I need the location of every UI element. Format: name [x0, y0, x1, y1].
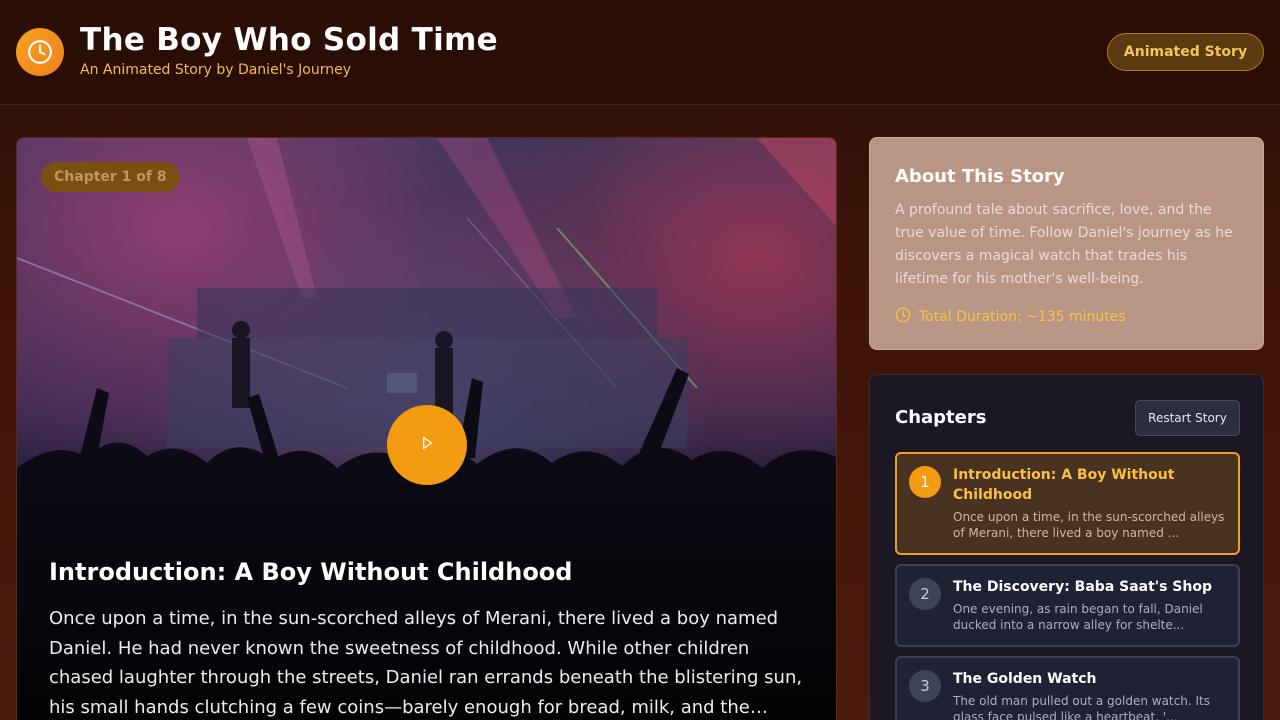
- page-title: The Boy Who Sold Time: [80, 22, 498, 58]
- chapters-panel: Chapters Restart Story 1 Introduction: A…: [869, 374, 1264, 720]
- chapters-title: Chapters: [895, 407, 987, 428]
- chapter-item-description: Once upon a time, in the sun-scorched al…: [953, 510, 1225, 540]
- story-player: Chapter 1 of 8 Introduction: A Boy Witho…: [16, 137, 837, 720]
- clock-icon: [895, 307, 911, 327]
- chapter-progress-badge: Chapter 1 of 8: [41, 162, 180, 192]
- app-header: The Boy Who Sold Time An Animated Story …: [0, 0, 1280, 105]
- play-icon: [419, 435, 435, 455]
- chapter-item-2[interactable]: 2 The Discovery: Baba Saat's Shop One ev…: [895, 564, 1240, 647]
- duration-text: Total Duration: ~135 minutes: [919, 309, 1126, 325]
- chapter-number: 2: [909, 578, 941, 610]
- clock-icon: [16, 28, 64, 76]
- chapter-item-title: The Golden Watch: [953, 671, 1097, 687]
- chapter-number: 3: [909, 670, 941, 702]
- about-title: About This Story: [895, 166, 1065, 187]
- about-card: About This Story A profound tale about s…: [869, 137, 1264, 350]
- chapter-text: Once upon a time, in the sun-scorched al…: [49, 608, 803, 718]
- chapter-item-3[interactable]: 3 The Golden Watch The old man pulled ou…: [895, 656, 1240, 720]
- chapter-title: Introduction: A Boy Without Childhood: [49, 558, 573, 586]
- app-root: The Boy Who Sold Time An Animated Story …: [0, 0, 1280, 720]
- chapter-number: 1: [909, 466, 941, 498]
- restart-story-button[interactable]: Restart Story: [1135, 400, 1240, 436]
- about-description: A profound tale about sacrifice, love, a…: [895, 202, 1233, 287]
- duration-row: Total Duration: ~135 minutes: [895, 307, 1126, 327]
- chapter-item-description: The old man pulled out a golden watch. I…: [953, 694, 1210, 720]
- chapter-item-title: Introduction: A Boy Without Childhood: [953, 467, 1175, 503]
- page-subtitle: An Animated Story by Daniel's Journey: [80, 62, 352, 78]
- chapter-item-title: The Discovery: Baba Saat's Shop: [953, 579, 1212, 595]
- chapter-item-1[interactable]: 1 Introduction: A Boy Without Childhood …: [895, 452, 1240, 555]
- play-button[interactable]: [387, 405, 467, 485]
- chapter-item-description: One evening, as rain began to fall, Dani…: [953, 602, 1203, 632]
- story-type-badge: Animated Story: [1107, 33, 1264, 71]
